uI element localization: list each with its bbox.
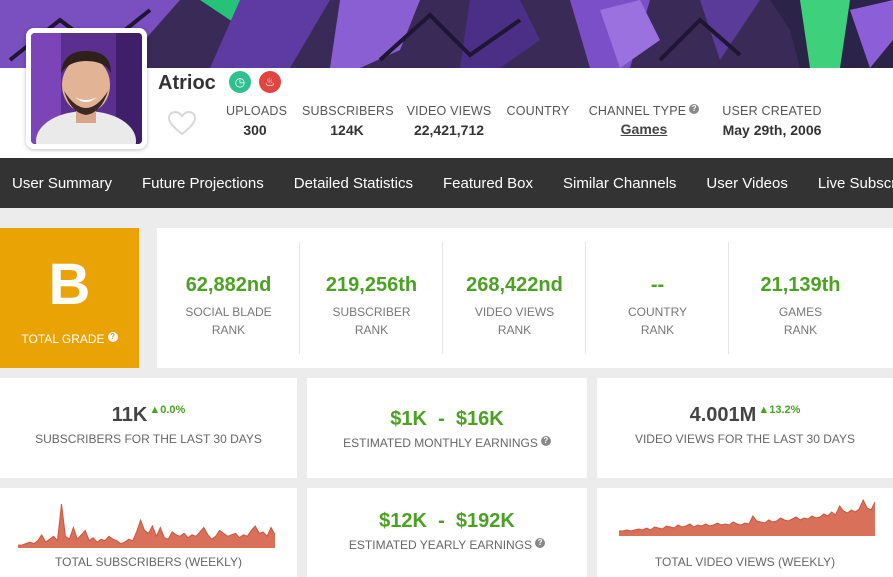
card-yearly-earnings: $12K - $192K ESTIMATED YEARLY EARNINGS? [307, 488, 587, 577]
card-value: $1K - $16K [390, 408, 504, 430]
card-delta: 0.0% [160, 404, 186, 416]
nav-user-videos[interactable]: User Videos [694, 175, 802, 192]
profile-nav: User Summary Future Projections Detailed… [0, 158, 893, 208]
stat-value: 300 [243, 122, 267, 138]
sparkline-area [619, 500, 875, 536]
card-monthly-earnings: $1K - $16K ESTIMATED MONTHLY EARNINGS? [307, 378, 587, 478]
rank-video-views: 268,422nd VIDEO VIEWS RANK [443, 228, 586, 368]
grade-label: TOTAL GRADE [21, 332, 105, 346]
help-icon[interactable]: ? [689, 104, 700, 114]
help-icon[interactable]: ? [107, 332, 118, 342]
rank-label: SOCIAL BLADE [185, 305, 272, 319]
stat-label: CHANNEL TYPE [588, 104, 687, 118]
rank-country: -- COUNTRY RANK [586, 228, 729, 368]
rank-label: RANK [211, 323, 246, 337]
subscribers-sparkline [18, 503, 276, 548]
grade-letter: B [48, 252, 91, 317]
channel-type-link[interactable]: Games [584, 121, 704, 137]
rank-social-blade: 62,882nd SOCIAL BLADE RANK [157, 228, 300, 368]
stat-label: USER CREATED [722, 104, 822, 118]
stat-channel-type: CHANNEL TYPE? Games [584, 100, 704, 137]
rank-label: RANK [783, 323, 818, 337]
stat-user-created: USER CREATED May 29th, 2006 [718, 104, 826, 138]
channel-avatar[interactable] [26, 28, 147, 149]
rank-label: GAMES [778, 305, 823, 319]
sparkline-area [18, 504, 275, 548]
rank-value: 219,256th [325, 274, 418, 296]
flame-badge-icon[interactable]: ♨ [259, 71, 281, 93]
card-views-30-days: 4.001M ▲13.2% VIDEO VIEWS FOR THE LAST 30… [597, 378, 893, 478]
nav-user-summary[interactable]: User Summary [0, 175, 127, 192]
stat-uploads: UPLOADS 300 [226, 104, 288, 138]
stat-value: 22,421,712 [413, 122, 485, 138]
rank-label: VIDEO VIEWS [474, 305, 555, 319]
nav-similar-channels[interactable]: Similar Channels [551, 175, 691, 192]
nav-live-subscribe[interactable]: Live Subscribe [806, 175, 893, 192]
stat-country: COUNTRY [506, 104, 570, 122]
total-grade-box: B TOTAL GRADE? [0, 228, 139, 368]
rank-games: 21,139th GAMES RANK [729, 228, 872, 368]
ranks-panel: 62,882nd SOCIAL BLADE RANK 219,256th SUBS… [157, 228, 893, 368]
rank-label: RANK [354, 323, 389, 337]
clock-badge-icon[interactable]: ◷ [229, 71, 251, 93]
card-subscribers-weekly-chart[interactable]: TOTAL SUBSCRIBERS (WEEKLY) [0, 488, 297, 577]
stat-label: SUBSCRIBERS [302, 104, 394, 118]
card-value: 4.001M [689, 404, 757, 426]
chart-label: TOTAL SUBSCRIBERS (WEEKLY) [55, 555, 242, 569]
card-label: VIDEO VIEWS FOR THE LAST 30 DAYS [634, 432, 856, 446]
stat-value: May 29th, 2006 [722, 122, 822, 138]
stat-subscribers: SUBSCRIBERS 124K [302, 104, 394, 138]
rank-value: 268,422nd [466, 274, 563, 296]
nav-featured-box[interactable]: Featured Box [431, 175, 548, 192]
nav-future-projections[interactable]: Future Projections [130, 175, 279, 192]
favorite-heart-icon[interactable] [167, 110, 197, 141]
rank-label: RANK [640, 323, 675, 337]
stat-label: UPLOADS [226, 104, 288, 118]
card-value: $12K - $192K [379, 510, 515, 532]
rank-label: RANK [497, 323, 532, 337]
help-icon[interactable]: ? [540, 436, 551, 446]
channel-name: Atrioc [158, 72, 216, 94]
rank-label: COUNTRY [627, 305, 688, 319]
card-delta: 13.2% [769, 404, 801, 416]
stat-video-views: VIDEO VIEWS 22,421,712 [406, 104, 492, 138]
card-label: ESTIMATED YEARLY EARNINGS [348, 538, 533, 552]
card-value: 11K [111, 404, 148, 426]
stat-label: COUNTRY [506, 104, 570, 118]
stat-value: 124K [330, 122, 364, 138]
chart-label: TOTAL VIDEO VIEWS (WEEKLY) [654, 555, 836, 569]
help-icon[interactable]: ? [535, 538, 546, 548]
avatar-photo-icon [31, 33, 142, 144]
views-sparkline [619, 498, 876, 536]
card-label: ESTIMATED MONTHLY EARNINGS [343, 436, 538, 450]
card-subscribers-30-days: 11K ▲0.0% SUBSCRIBERS FOR THE LAST 30 DAY… [0, 378, 297, 478]
rank-subscriber: 219,256th SUBSCRIBER RANK [300, 228, 443, 368]
rank-value: -- [650, 274, 665, 296]
rank-value: 62,882nd [185, 274, 272, 296]
card-views-weekly-chart[interactable]: TOTAL VIDEO VIEWS (WEEKLY) [597, 488, 893, 577]
rank-label: SUBSCRIBER [332, 305, 411, 319]
nav-detailed-statistics[interactable]: Detailed Statistics [282, 175, 428, 192]
rank-value: 21,139th [760, 274, 841, 296]
card-label: SUBSCRIBERS FOR THE LAST 30 DAYS [35, 432, 262, 446]
stat-label: VIDEO VIEWS [406, 104, 492, 118]
